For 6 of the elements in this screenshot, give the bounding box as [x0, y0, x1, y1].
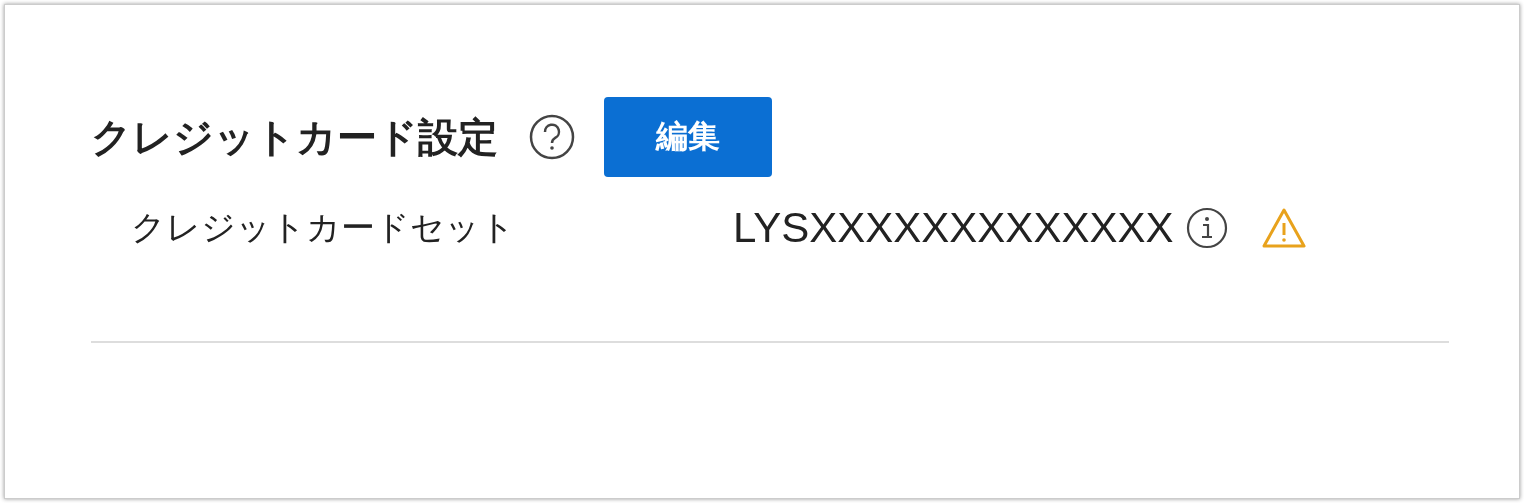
field-value: LYSXXXXXXXXXXXXX [733, 204, 1174, 252]
edit-button[interactable]: 編集 [604, 97, 772, 177]
field-label: クレジットカードセット [130, 206, 516, 249]
info-icon[interactable] [1185, 206, 1230, 250]
section-title: クレジットカード設定 [91, 112, 498, 162]
help-icon[interactable] [528, 113, 576, 161]
